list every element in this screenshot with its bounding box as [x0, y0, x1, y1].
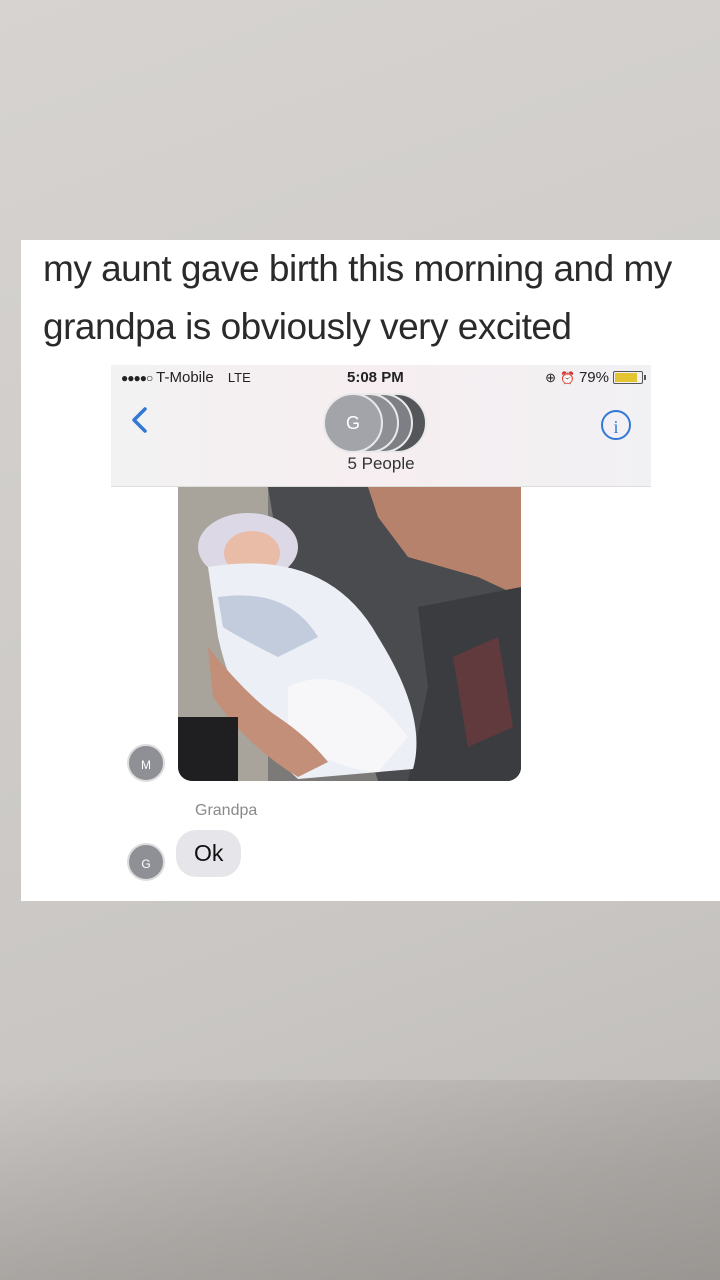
- status-right: ⊕ ⏰ 79%: [545, 369, 646, 386]
- message-bubble[interactable]: Ok: [176, 830, 242, 877]
- avatar[interactable]: M: [127, 744, 165, 782]
- baby-photo-illustration: [178, 487, 521, 781]
- avatar: G: [323, 393, 383, 453]
- alarm-icon: ⏰: [560, 370, 575, 385]
- attached-photo[interactable]: [178, 487, 521, 781]
- conversation-header: ●●●●○ T-Mobile LTE 5:08 PM ⊕ ⏰ 79% G 5 P…: [111, 365, 651, 487]
- battery-icon: [613, 371, 646, 384]
- status-bar: ●●●●○ T-Mobile LTE 5:08 PM ⊕ ⏰ 79%: [111, 369, 651, 391]
- sender-name: Grandpa: [195, 802, 258, 819]
- carrier-name: T-Mobile: [156, 369, 214, 386]
- background-shadow: [0, 1080, 720, 1280]
- clock: 5:08 PM: [347, 369, 404, 386]
- carrier-info: ●●●●○ T-Mobile LTE: [121, 369, 251, 386]
- network-type: LTE: [227, 370, 251, 385]
- caption-line-1: my aunt gave birth this morning and my: [43, 248, 672, 289]
- avatar[interactable]: G: [127, 843, 165, 881]
- battery-percent: 79%: [578, 369, 609, 386]
- post-caption: my aunt gave birth this morning and my g…: [43, 240, 720, 356]
- participants-label[interactable]: 5 People: [111, 454, 651, 474]
- group-avatars[interactable]: G: [323, 393, 443, 453]
- info-icon[interactable]: i: [601, 410, 631, 440]
- caption-line-2: grandpa is obviously very excited: [43, 306, 572, 347]
- rotation-lock-icon: ⊕: [545, 369, 557, 385]
- chevron-left-icon[interactable]: [125, 401, 155, 439]
- signal-icon: ●●●●○: [121, 371, 153, 385]
- meme-post: my aunt gave birth this morning and my g…: [21, 240, 720, 901]
- messages-screenshot: ●●●●○ T-Mobile LTE 5:08 PM ⊕ ⏰ 79% G 5 P…: [111, 365, 651, 901]
